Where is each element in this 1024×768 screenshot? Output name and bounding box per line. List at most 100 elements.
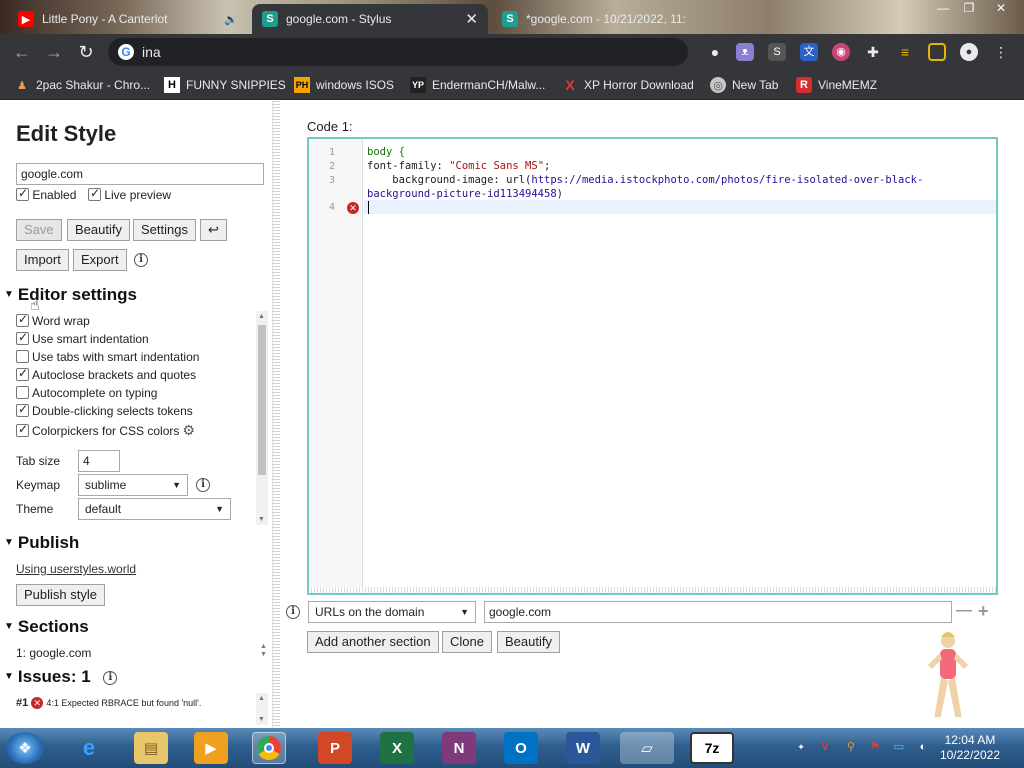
close-window-icon[interactable]: ✕ [988,0,1014,18]
editor-option-row[interactable]: Double-clicking selects tokens [16,402,193,418]
clone-button[interactable]: Clone [442,631,492,653]
profile-icon[interactable]: ● [960,43,978,61]
editor-settings-heading[interactable]: ▼ Editor settings [4,285,137,305]
add-another-section-button[interactable]: Add another section [307,631,439,653]
undo-button[interactable]: ↩ [200,219,227,241]
bookmark-item[interactable]: PH windows ISOS [294,76,394,94]
forward-icon[interactable]: → [42,40,66,64]
tab-size-input[interactable]: 4 [78,450,120,472]
reload-icon[interactable]: ↻ [74,40,98,64]
editor-option-row[interactable]: Autocomplete on typing [16,386,157,400]
tab-stylus-2[interactable]: S *google.com - 10/21/2022, 11: [492,4,692,34]
settings-scrollbar[interactable]: ▲ ▼ [256,311,268,525]
applies-domain-input[interactable]: google.com [484,601,952,623]
minimize-icon[interactable]: — [930,0,956,18]
remove-icon[interactable]: — [956,602,972,620]
save-button[interactable]: Save [16,219,62,241]
scroll-up-icon[interactable]: ▲ [260,643,267,650]
keymap-select[interactable]: sublime ▼ [78,474,188,496]
bookmark-item[interactable]: ♟ 2pac Shakur - Chro... [14,76,150,94]
chrome-icon[interactable] [252,732,286,764]
live-preview-checkbox[interactable] [88,186,101,201]
export-button[interactable]: Export [73,249,127,271]
sidepanel-icon[interactable] [928,43,946,61]
resize-divider[interactable] [272,101,280,728]
section-item[interactable]: 1: google.com [16,646,91,660]
info-icon[interactable]: i [134,253,148,267]
outlook-icon[interactable]: O [504,732,538,764]
bookmark-item[interactable]: YP EndermanCH/Malw... [410,76,545,94]
file-explorer-icon[interactable]: ▤ [134,732,168,764]
bookmark-item[interactable]: H FUNNY SNIPPIES [164,76,286,94]
scroll-down-icon[interactable]: ▼ [258,716,265,723]
tab-stylus[interactable]: S google.com - Stylus ✕ [252,4,488,34]
tray-flag-icon[interactable]: ⚑ [868,740,882,754]
tray-volume-icon[interactable]: ◐ [916,740,930,754]
stylus-extension-icon[interactable]: S [768,43,786,61]
editor-option-checkbox[interactable] [16,422,29,437]
playlist-icon[interactable]: ≡ [896,43,914,61]
info-icon[interactable]: i [103,671,118,685]
editor-option-row[interactable]: Word wrap [16,312,90,328]
sections-heading[interactable]: ▼ Sections [4,617,89,637]
tray-network-icon[interactable]: ✦ [794,740,808,754]
bookmark-item[interactable]: ◎ New Tab [710,76,778,94]
issues-heading[interactable]: ▼ Issues: 1 i [4,667,118,687]
word-icon[interactable]: W [566,732,600,764]
error-marker-icon[interactable]: ✕ [347,202,359,214]
onenote-icon[interactable]: N [442,732,476,764]
editor-option-checkbox[interactable] [16,386,29,399]
scrollbar-thumb[interactable] [258,325,266,475]
tray-v-icon[interactable]: V [818,740,832,754]
internet-explorer-icon[interactable]: e [72,732,106,764]
stylus-taskbar-icon[interactable]: ▱ [620,732,674,764]
close-tab-icon[interactable]: ✕ [465,10,478,28]
theme-select[interactable]: default ▼ [78,498,231,520]
back-icon[interactable]: ← [10,40,34,64]
code-editor[interactable]: 1 2 3 4 ✕ body { font-family: "Comic San… [307,137,998,595]
scroll-up-icon[interactable]: ▲ [258,695,265,702]
enabled-checkbox-row[interactable]: Enabled [16,186,76,202]
editor-option-row[interactable]: Colorpickers for CSS colors⚙ [16,422,195,439]
settings-button[interactable]: Settings [133,219,196,241]
editor-option-checkbox[interactable] [16,330,29,345]
beautify-button[interactable]: Beautify [67,219,130,241]
address-bar[interactable]: G ina [108,38,688,66]
restore-icon[interactable]: ❐ [956,0,982,18]
bookmark-item[interactable]: R VineMEMZ [796,76,877,94]
style-name-input[interactable]: google.com [16,163,264,185]
info-icon[interactable]: i [196,478,210,492]
scroll-down-icon[interactable]: ▼ [260,651,267,658]
issue-row[interactable]: #1 ✕ 4:1 Expected RBRACE but found 'null… [16,697,201,709]
tab-youtube[interactable]: ▶ Little Pony - A Canterlot 🔈 [8,4,248,34]
scroll-down-icon[interactable]: ▼ [258,516,265,523]
editor-option-checkbox[interactable] [16,402,29,417]
add-icon[interactable]: + [978,601,989,622]
gear-icon[interactable]: ⚙ [182,422,195,438]
tray-search-icon[interactable]: ⚲ [844,740,858,754]
puzzle-icon[interactable]: ✚ [864,43,882,61]
import-button[interactable]: Import [16,249,69,271]
extension-translate-icon[interactable]: 文 [800,43,818,61]
enabled-checkbox[interactable] [16,186,29,201]
editor-option-row[interactable]: Autoclose brackets and quotes [16,366,196,382]
beautify-section-button[interactable]: Beautify [497,631,560,653]
system-clock[interactable]: 12:04 AM 10/22/2022 [940,733,1000,763]
media-player-icon[interactable]: ▶ [194,732,228,764]
editor-option-row[interactable]: Use tabs with smart indentation [16,350,199,364]
editor-option-checkbox[interactable] [16,312,29,327]
start-button-icon[interactable]: ❖ [6,732,44,764]
extension-globe-icon[interactable]: ◉ [832,43,850,61]
powerpoint-icon[interactable]: P [318,732,352,764]
editor-option-checkbox[interactable] [16,350,29,363]
tray-display-icon[interactable]: ▭ [892,740,906,754]
editor-resize-handle[interactable] [309,587,996,593]
menu-icon[interactable]: ⋮ [992,43,1010,61]
publish-style-button[interactable]: Publish style [16,584,105,606]
scroll-up-icon[interactable]: ▲ [258,313,265,320]
live-preview-checkbox-row[interactable]: Live preview [88,186,171,202]
extension-cat-icon[interactable]: ᴥ [736,43,754,61]
editor-option-checkbox[interactable] [16,366,29,381]
userstyles-link[interactable]: Using userstyles.world [16,562,136,576]
applies-type-select[interactable]: URLs on the domain ▼ [308,601,476,623]
